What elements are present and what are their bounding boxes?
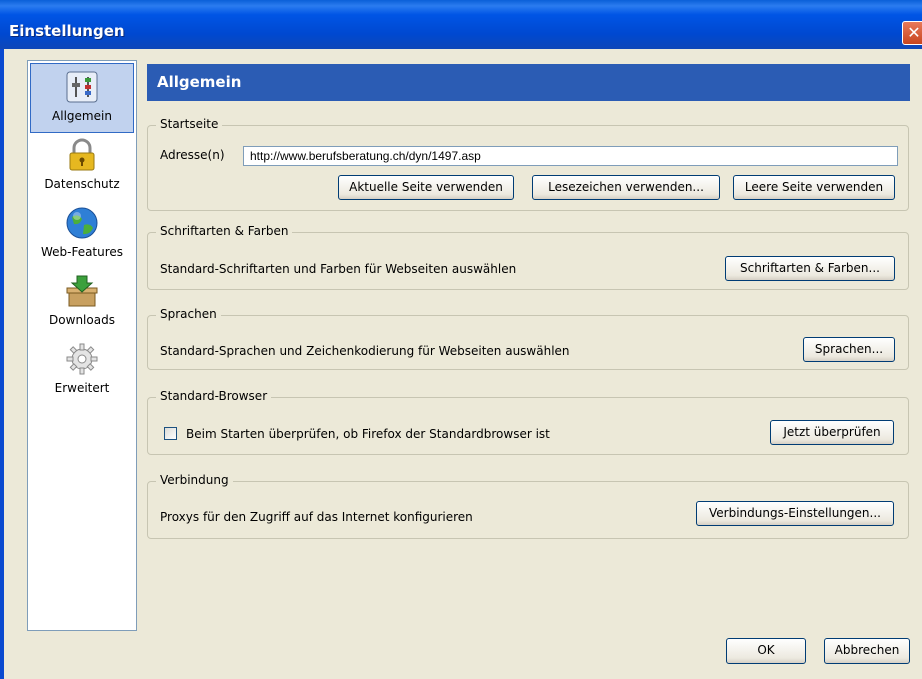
cancel-button[interactable]: Abbrechen (824, 638, 910, 664)
sidebar-item-label: Downloads (49, 313, 115, 327)
general-settings-icon (66, 71, 98, 103)
languages-description: Standard-Sprachen und Zeichenkodierung f… (160, 344, 570, 358)
languages-button[interactable]: Sprachen... (803, 337, 895, 362)
check-default-browser-checkbox[interactable] (164, 427, 177, 440)
fonts-colors-legend: Schriftarten & Farben (156, 224, 293, 238)
category-sidebar: Allgemein Datenschutz Web-Features Downl… (27, 60, 137, 631)
fonts-colors-group: Schriftarten & Farben Standard-Schriftar… (147, 224, 909, 290)
sidebar-item-allgemein[interactable]: Allgemein (30, 63, 134, 133)
connection-description: Proxys für den Zugriff auf das Internet … (160, 510, 473, 524)
check-default-browser-label: Beim Starten überprüfen, ob Firefox der … (186, 427, 550, 441)
title-bar[interactable]: Einstellungen ✕ (0, 0, 922, 49)
sidebar-item-label: Allgemein (52, 109, 112, 123)
connection-group: Verbindung Proxys für den Zugriff auf da… (147, 473, 909, 539)
sidebar-item-web-features[interactable]: Web-Features (28, 205, 136, 267)
fonts-colors-description: Standard-Schriftarten und Farben für Web… (160, 262, 517, 276)
gear-icon (66, 343, 98, 375)
startseite-legend: Startseite (156, 117, 223, 131)
window-title: Einstellungen (9, 22, 125, 40)
use-bookmark-button[interactable]: Lesezeichen verwenden... (532, 175, 720, 200)
close-button[interactable]: ✕ (902, 21, 922, 45)
startseite-group: Startseite Adresse(n) Aktuelle Seite ver… (147, 117, 909, 211)
homepage-address-input[interactable] (243, 146, 898, 166)
connection-settings-button[interactable]: Verbindungs-Einstellungen... (696, 501, 894, 526)
default-browser-group: Standard-Browser Beim Starten überprüfen… (147, 389, 909, 455)
use-blank-page-button[interactable]: Leere Seite verwenden (733, 175, 895, 200)
settings-window: Einstellungen ✕ Allgemein Datenschutz We… (0, 0, 922, 679)
close-icon: ✕ (907, 23, 921, 42)
fonts-colors-button[interactable]: Schriftarten & Farben... (725, 256, 895, 281)
default-browser-legend: Standard-Browser (156, 389, 272, 403)
check-now-button[interactable]: Jetzt überprüfen (770, 420, 894, 445)
sidebar-item-label: Web-Features (40, 245, 124, 259)
window-frame (0, 49, 4, 679)
page-title-bar: Allgemein (147, 64, 910, 101)
use-current-page-button[interactable]: Aktuelle Seite verwenden (338, 175, 514, 200)
globe-icon (66, 207, 98, 239)
page-title: Allgemein (157, 73, 242, 91)
sidebar-item-label: Datenschutz (44, 177, 120, 191)
sidebar-item-datenschutz[interactable]: Datenschutz (28, 137, 136, 199)
download-box-icon (66, 275, 98, 307)
padlock-icon (69, 138, 95, 171)
connection-legend: Verbindung (156, 473, 233, 487)
sidebar-item-erweitert[interactable]: Erweitert (28, 341, 136, 403)
ok-button[interactable]: OK (726, 638, 806, 664)
address-label: Adresse(n) (160, 148, 225, 162)
languages-group: Sprachen Standard-Sprachen und Zeichenko… (147, 307, 909, 370)
sidebar-item-downloads[interactable]: Downloads (28, 273, 136, 335)
sidebar-item-label: Erweitert (54, 381, 110, 395)
languages-legend: Sprachen (156, 307, 221, 321)
